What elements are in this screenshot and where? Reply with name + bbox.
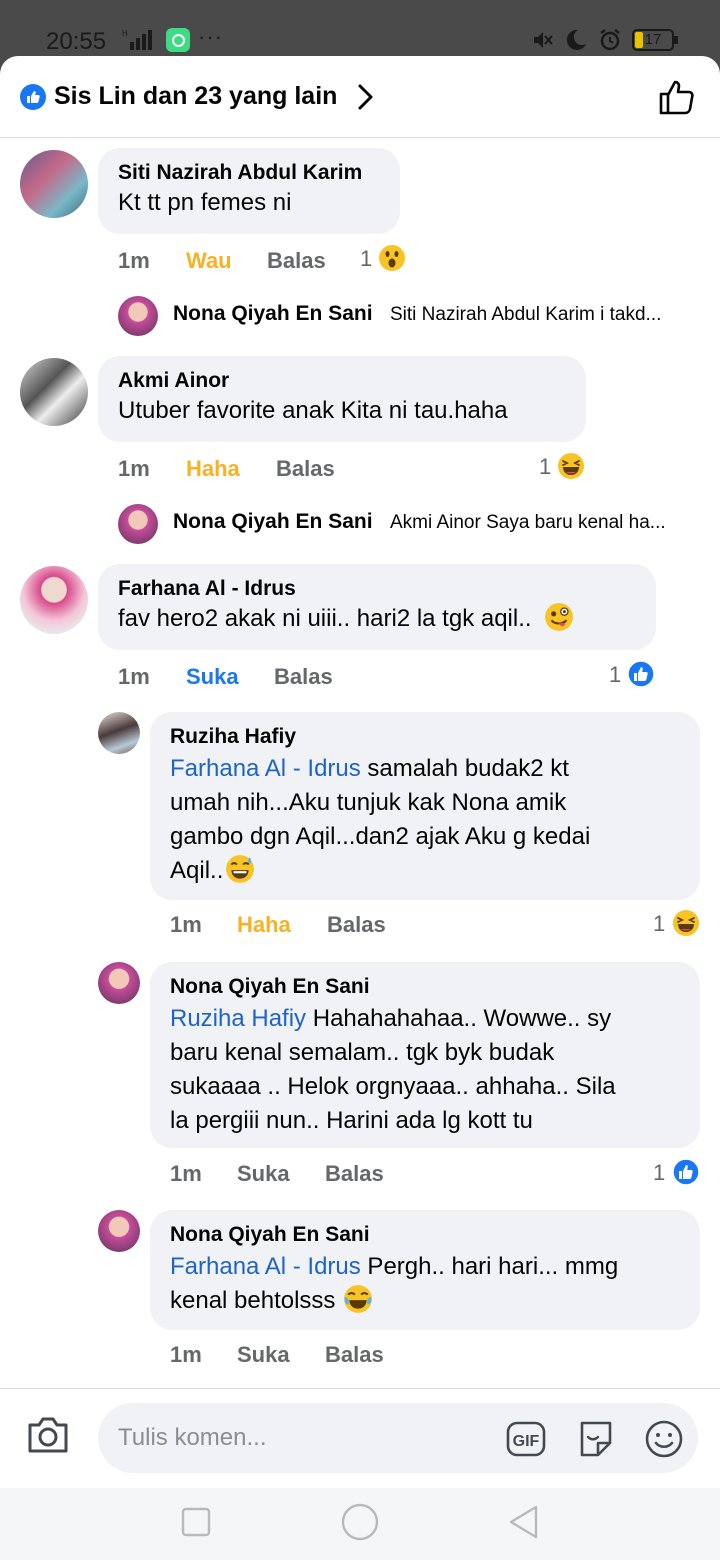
- mention-link[interactable]: Farhana Al - Idrus: [170, 755, 361, 782]
- like-reaction-icon: [627, 660, 655, 688]
- back-triangle-icon[interactable]: [502, 1500, 546, 1544]
- joy-emoji-icon: [344, 1285, 373, 1313]
- reply-button[interactable]: Balas: [276, 456, 335, 482]
- reply-snippet: Siti Nazirah Abdul Karim i takd...: [390, 304, 662, 325]
- comment-time: 1m: [170, 1342, 202, 1367]
- zany-emoji-icon: [545, 603, 574, 631]
- comment-time: 1m: [170, 912, 202, 937]
- comment-author[interactable]: Siti Nazirah Abdul Karim: [118, 160, 382, 186]
- avatar[interactable]: [20, 150, 88, 218]
- mute-icon: [534, 32, 553, 48]
- status-time: 20:55: [46, 28, 107, 55]
- reply-button[interactable]: Balas: [267, 248, 326, 274]
- comment-time: 1m: [118, 664, 150, 689]
- react-button[interactable]: Haha: [186, 456, 240, 482]
- recents-square-icon[interactable]: [174, 1500, 218, 1544]
- chevron-right-icon[interactable]: [354, 82, 378, 112]
- reply-button[interactable]: Balas: [325, 1342, 384, 1368]
- like-reaction-icon: [672, 1158, 700, 1186]
- haha-emoji-icon: [558, 453, 584, 479]
- avatar[interactable]: [20, 358, 88, 426]
- react-button[interactable]: Haha: [237, 912, 291, 938]
- reaction-count: 1: [653, 911, 666, 936]
- emoji-icon[interactable]: [644, 1419, 684, 1459]
- gif-icon[interactable]: GIF: [506, 1419, 546, 1459]
- comment-author[interactable]: Akmi Ainor: [118, 368, 568, 394]
- more-notifications-icon: ···: [198, 24, 223, 49]
- avatar[interactable]: [20, 566, 88, 634]
- grin-sweat-emoji-icon: [226, 855, 255, 883]
- react-button[interactable]: Suka: [237, 1161, 290, 1187]
- comment-time: 1m: [118, 248, 150, 273]
- avatar: [118, 504, 158, 544]
- comment-time: 1m: [170, 1161, 202, 1186]
- comment-bubble[interactable]: Siti Nazirah Abdul Karim Kt tt pn femes …: [98, 148, 400, 234]
- reply-snippet: Akmi Ainor Saya baru kenal ha...: [390, 512, 666, 533]
- wow-emoji-icon: [379, 245, 405, 271]
- reply-button[interactable]: Balas: [325, 1161, 384, 1187]
- avatar: [118, 296, 158, 336]
- status-bar: 20:55 H ··· 17: [0, 0, 720, 62]
- mention-link[interactable]: Farhana Al - Idrus: [170, 1253, 361, 1280]
- reaction-count: 1: [653, 1160, 666, 1185]
- haha-emoji-icon: [673, 910, 699, 936]
- reply-author: Nona Qiyah En Sani: [173, 302, 373, 325]
- reply-button[interactable]: Balas: [274, 664, 333, 690]
- comment-author[interactable]: Ruziha Hafiy: [170, 724, 682, 750]
- battery-icon: 17: [632, 29, 678, 51]
- reply-author: Nona Qiyah En Sani: [173, 510, 373, 533]
- comment-bubble[interactable]: Ruziha Hafiy Farhana Al - Idrus samalah …: [150, 712, 700, 900]
- comment-text: Farhana Al - Idrus Pergh.. hari hari... …: [170, 1253, 619, 1314]
- thumbs-up-icon[interactable]: [658, 78, 696, 116]
- react-button[interactable]: Suka: [186, 664, 239, 690]
- comment-text: Ruziha Hafiy Hahahahahaa.. Wowwe.. sy ba…: [170, 1005, 616, 1134]
- app-notification-icon: [166, 28, 190, 52]
- reactions-summary[interactable]: Sis Lin dan 23 yang lain: [54, 82, 337, 111]
- comment-bubble[interactable]: Akmi Ainor Utuber favorite anak Kita ni …: [98, 356, 586, 442]
- reaction-count: 1: [360, 246, 373, 271]
- comment-time: 1m: [118, 456, 150, 481]
- avatar[interactable]: [98, 962, 140, 1004]
- comment-text: Kt tt pn femes ni: [118, 189, 292, 216]
- comment-author[interactable]: Nona Qiyah En Sani: [170, 974, 682, 1000]
- comment-text: Utuber favorite anak Kita ni tau.haha: [118, 397, 508, 424]
- avatar[interactable]: [98, 712, 140, 754]
- react-button[interactable]: Suka: [237, 1342, 290, 1368]
- sticker-icon[interactable]: [576, 1419, 616, 1459]
- comment-text: Farhana Al - Idrus samalah budak2 kt uma…: [170, 755, 591, 884]
- react-button[interactable]: Wau: [186, 248, 232, 274]
- system-nav-bar: [0, 1488, 720, 1560]
- comment-bubble[interactable]: Nona Qiyah En Sani Farhana Al - Idrus Pe…: [150, 1210, 700, 1330]
- svg-text:GIF: GIF: [513, 1433, 540, 1450]
- like-icon: [20, 84, 46, 110]
- svg-text:H: H: [122, 29, 128, 38]
- reply-button[interactable]: Balas: [327, 912, 386, 938]
- comment-author[interactable]: Farhana Al - Idrus: [118, 576, 638, 602]
- comments-sheet: Sis Lin dan 23 yang lain Siti Nazirah Ab…: [0, 56, 720, 1560]
- mention-link[interactable]: Ruziha Hafiy: [170, 1005, 306, 1032]
- avatar[interactable]: [98, 1210, 140, 1252]
- camera-icon[interactable]: [26, 1415, 70, 1455]
- comment-bubble[interactable]: Nona Qiyah En Sani Ruziha Hafiy Hahahaha…: [150, 962, 700, 1148]
- comment-bubble[interactable]: Farhana Al - Idrus fav hero2 akak ni uii…: [98, 564, 656, 650]
- moon-icon: [566, 29, 586, 50]
- comment-text: fav hero2 akak ni uiii.. hari2 la tgk aq…: [118, 605, 532, 632]
- alarm-icon: [600, 29, 620, 51]
- comment-author[interactable]: Nona Qiyah En Sani: [170, 1222, 682, 1248]
- reply-preview[interactable]: Nona Qiyah En Sani Siti Nazirah Abdul Ka…: [118, 294, 708, 338]
- reaction-count: 1: [609, 662, 622, 687]
- home-circle-icon[interactable]: [338, 1500, 382, 1544]
- comment-composer: GIF: [0, 1388, 720, 1488]
- reaction-count: 1: [539, 454, 552, 479]
- reply-preview[interactable]: Nona Qiyah En Sani Akmi Ainor Saya baru …: [118, 502, 708, 546]
- signal-icon: H: [122, 29, 152, 50]
- reactions-header[interactable]: Sis Lin dan 23 yang lain: [0, 56, 720, 138]
